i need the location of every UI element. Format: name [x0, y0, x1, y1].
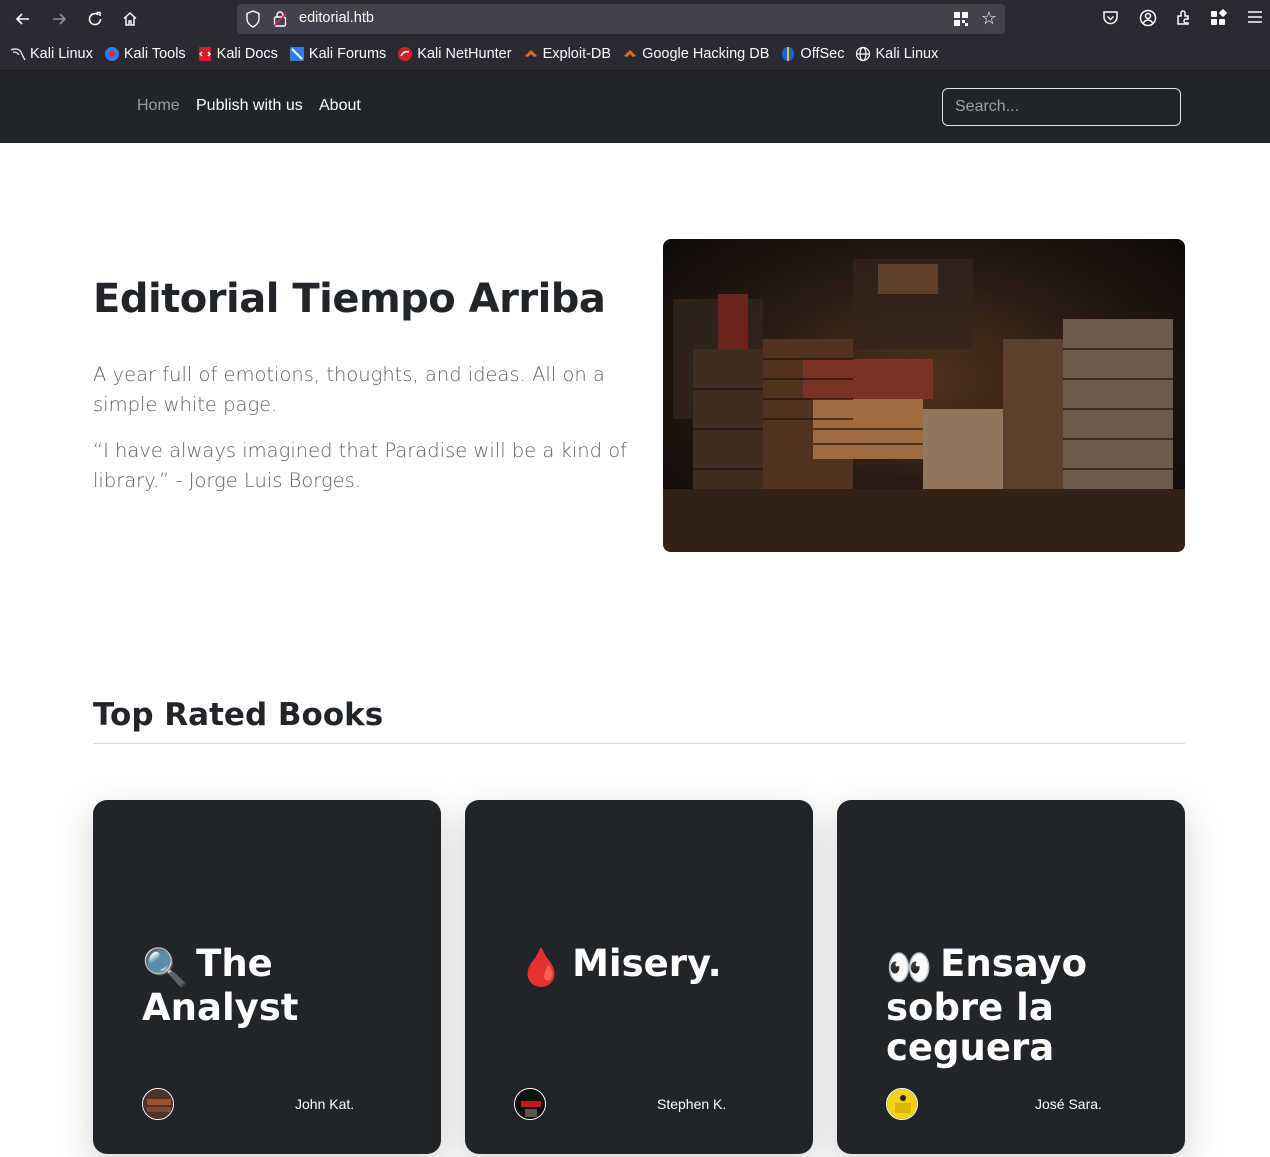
- qr-code-icon[interactable]: [953, 11, 969, 31]
- shield-icon[interactable]: [245, 10, 261, 32]
- book-card-misery[interactable]: 🩸 Misery. Stephen K.: [465, 800, 813, 1154]
- nav-home-link[interactable]: Home: [137, 97, 180, 115]
- divider: [93, 743, 1185, 744]
- kali-docs-icon: [197, 46, 213, 62]
- bookmark-star-icon[interactable]: ☆: [981, 8, 997, 29]
- account-icon[interactable]: [1139, 9, 1157, 31]
- hero-tagline: A year full of emotions, thoughts, and i…: [93, 363, 605, 416]
- bookmark-label: Google Hacking DB: [642, 46, 770, 62]
- bookmark-label: Kali Tools: [123, 46, 186, 62]
- back-arrow-icon[interactable]: [11, 7, 35, 31]
- bookmark-label: Kali Linux: [30, 46, 93, 62]
- section-title: Top Rated Books: [93, 697, 384, 733]
- hamburger-menu-icon[interactable]: [1247, 9, 1263, 29]
- hero-title: Editorial Tiempo Arriba: [93, 276, 606, 322]
- book-title-text: Misery.: [572, 942, 722, 985]
- blood-drop-icon: 🩸: [518, 946, 565, 989]
- book-title: 🔍 The Analyst: [142, 944, 402, 1028]
- bookmarks-toolbar: Kali Linux Kali Tools Kali Docs Kali For…: [0, 38, 1270, 71]
- bookmark-kali-nethunter[interactable]: Kali NetHunter: [397, 46, 512, 62]
- url-text[interactable]: editorial.htb: [299, 10, 374, 26]
- bookmark-kali-docs[interactable]: Kali Docs: [197, 46, 278, 62]
- bookmark-label: Kali Linux: [875, 46, 939, 62]
- kali-tools-icon: [104, 46, 120, 62]
- book-card-ensayo[interactable]: 👀 Ensayo sobre la ceguera José Sara.: [837, 800, 1185, 1154]
- offsec-icon: [780, 46, 796, 62]
- home-icon[interactable]: [118, 7, 142, 31]
- magnifier-icon: 🔍: [142, 946, 189, 989]
- author-name: John Kat.: [295, 1096, 355, 1112]
- bookmark-label: Exploit-DB: [542, 46, 612, 62]
- bookmark-offsec[interactable]: OffSec: [780, 46, 844, 62]
- nav-publish-link[interactable]: Publish with us: [196, 97, 303, 115]
- reload-icon[interactable]: [83, 7, 107, 31]
- forward-arrow-icon[interactable]: [47, 7, 71, 31]
- nav-about-link[interactable]: About: [319, 97, 361, 115]
- kali-forums-icon: [289, 46, 305, 62]
- apps-grid-icon[interactable]: [1210, 9, 1228, 31]
- kali-nethunter-icon: [397, 46, 413, 62]
- search-input[interactable]: [942, 88, 1181, 126]
- extensions-icon[interactable]: [1175, 9, 1193, 31]
- bookmark-label: Kali NetHunter: [417, 46, 512, 62]
- bookmark-label: Kali Forums: [308, 46, 387, 62]
- bookmark-google-hacking-db[interactable]: Google Hacking DB: [622, 46, 769, 62]
- bookmark-exploit-db[interactable]: Exploit-DB: [523, 46, 612, 62]
- eyes-icon: 👀: [886, 946, 933, 989]
- exploit-db-icon: [523, 46, 539, 62]
- book-card-the-analyst[interactable]: 🔍 The Analyst John Kat.: [93, 800, 441, 1154]
- kali-dragon-icon: [10, 46, 26, 62]
- book-title: 🩸 Misery.: [518, 944, 778, 988]
- hero-quote: “I have always imagined that Paradise wi…: [93, 439, 627, 492]
- bookmark-label: OffSec: [800, 46, 845, 62]
- book-title: 👀 Ensayo sobre la ceguera: [886, 944, 1146, 1068]
- globe-icon: [855, 46, 871, 62]
- browser-toolbar: editorial.htb ☆: [0, 0, 1270, 38]
- author-name: José Sara.: [1035, 1096, 1102, 1112]
- avatar: [514, 1088, 546, 1120]
- bookmark-label: Kali Docs: [216, 46, 278, 62]
- site-navbar: Home Publish with us About: [0, 71, 1270, 143]
- avatar: [886, 1088, 918, 1120]
- address-bar[interactable]: editorial.htb ☆: [237, 4, 1005, 34]
- bookmark-kali-linux-2[interactable]: Kali Linux: [855, 46, 938, 62]
- insecure-lock-icon[interactable]: [273, 10, 287, 32]
- avatar: [142, 1088, 174, 1120]
- pocket-icon[interactable]: [1102, 9, 1119, 30]
- author-name: Stephen K.: [657, 1096, 727, 1112]
- bookmark-kali-forums[interactable]: Kali Forums: [289, 46, 386, 62]
- bookstore-photo: [663, 239, 1185, 552]
- bookmark-kali-tools[interactable]: Kali Tools: [104, 46, 186, 62]
- ghdb-icon: [622, 46, 638, 62]
- bookmark-kali-linux[interactable]: Kali Linux: [10, 46, 93, 62]
